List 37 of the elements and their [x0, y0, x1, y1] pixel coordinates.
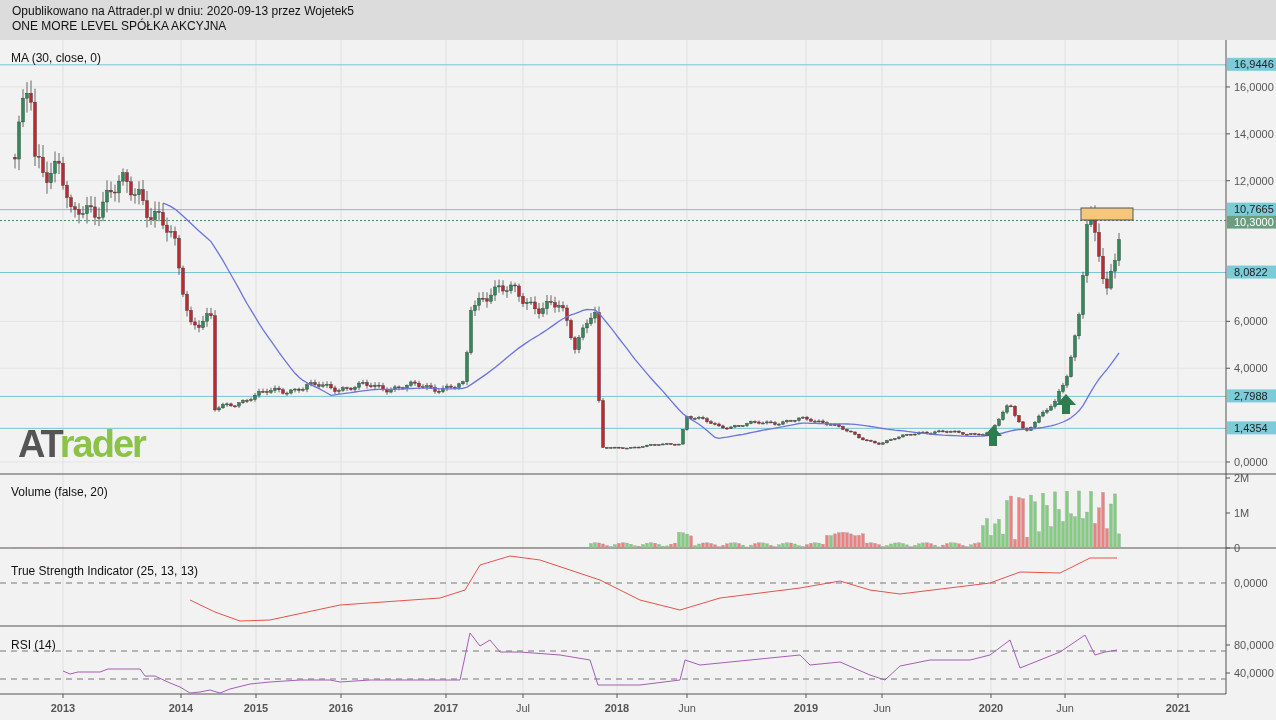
- axis-tick-label: 2016: [328, 702, 354, 714]
- indicator-label: MA (30, close, 0): [11, 51, 102, 65]
- axis-tick-label: 0: [1234, 542, 1241, 554]
- axis-tick-label: 1M: [1234, 507, 1250, 519]
- axis-tick-label: 6,0000: [1234, 315, 1268, 328]
- axis-tick-label: 2021: [1165, 702, 1191, 714]
- axis-tick-label: 40,0000: [1234, 667, 1274, 679]
- price-level-label: 8,0822: [1227, 265, 1276, 279]
- axis-tick-label: 80,0000: [1234, 639, 1274, 651]
- axis-tick-label: 16,0000: [1234, 80, 1274, 93]
- axis-tick-label: Jun: [873, 702, 891, 714]
- axis-tick-label: Jul: [515, 702, 531, 714]
- price-level-label: 2,7988: [1227, 389, 1276, 403]
- price-level-label: 16,9446: [1227, 57, 1276, 71]
- publication-info: Opublikowano na Attrader.pl w dniu: 2020-09-13 przez Wojetek5: [12, 4, 354, 19]
- axis-tick-label: 2M: [1234, 472, 1250, 484]
- axis-tick-label: 2017: [433, 702, 459, 714]
- price-level-label: 10,7665: [1227, 202, 1276, 216]
- axis-tick-label: 14,0000: [1234, 127, 1274, 140]
- axis-tick-label: 4,0000: [1234, 362, 1268, 375]
- indicator-label: Volume (false, 20): [11, 485, 108, 499]
- axis-tick-label: 2020: [978, 702, 1004, 714]
- indicator-label: RSI (14): [11, 638, 56, 652]
- indicator-label: True Strength Indicator (25, 13, 13): [11, 564, 198, 578]
- axis-tick-label: 2019: [793, 702, 819, 714]
- axis-tick-label: 2018: [604, 702, 630, 714]
- company-name: ONE MORE LEVEL SPÓŁKA AKCYJNA: [12, 19, 227, 34]
- axis-tick-label: 2013: [50, 702, 76, 714]
- axis-tick-label: 12,0000: [1234, 174, 1274, 187]
- axis-tick-label: 0,0000: [1234, 456, 1268, 468]
- axis-tick-label: 0,0000: [1234, 577, 1268, 589]
- logo: ATrader: [18, 423, 145, 465]
- axis-tick-label: Jun: [1056, 702, 1074, 714]
- axis-tick-label: 2015: [243, 702, 269, 714]
- price-level-label: 1,4354: [1227, 421, 1276, 435]
- axis-tick-label: 2014: [168, 702, 194, 714]
- axis-tick-label: Jun: [678, 702, 696, 714]
